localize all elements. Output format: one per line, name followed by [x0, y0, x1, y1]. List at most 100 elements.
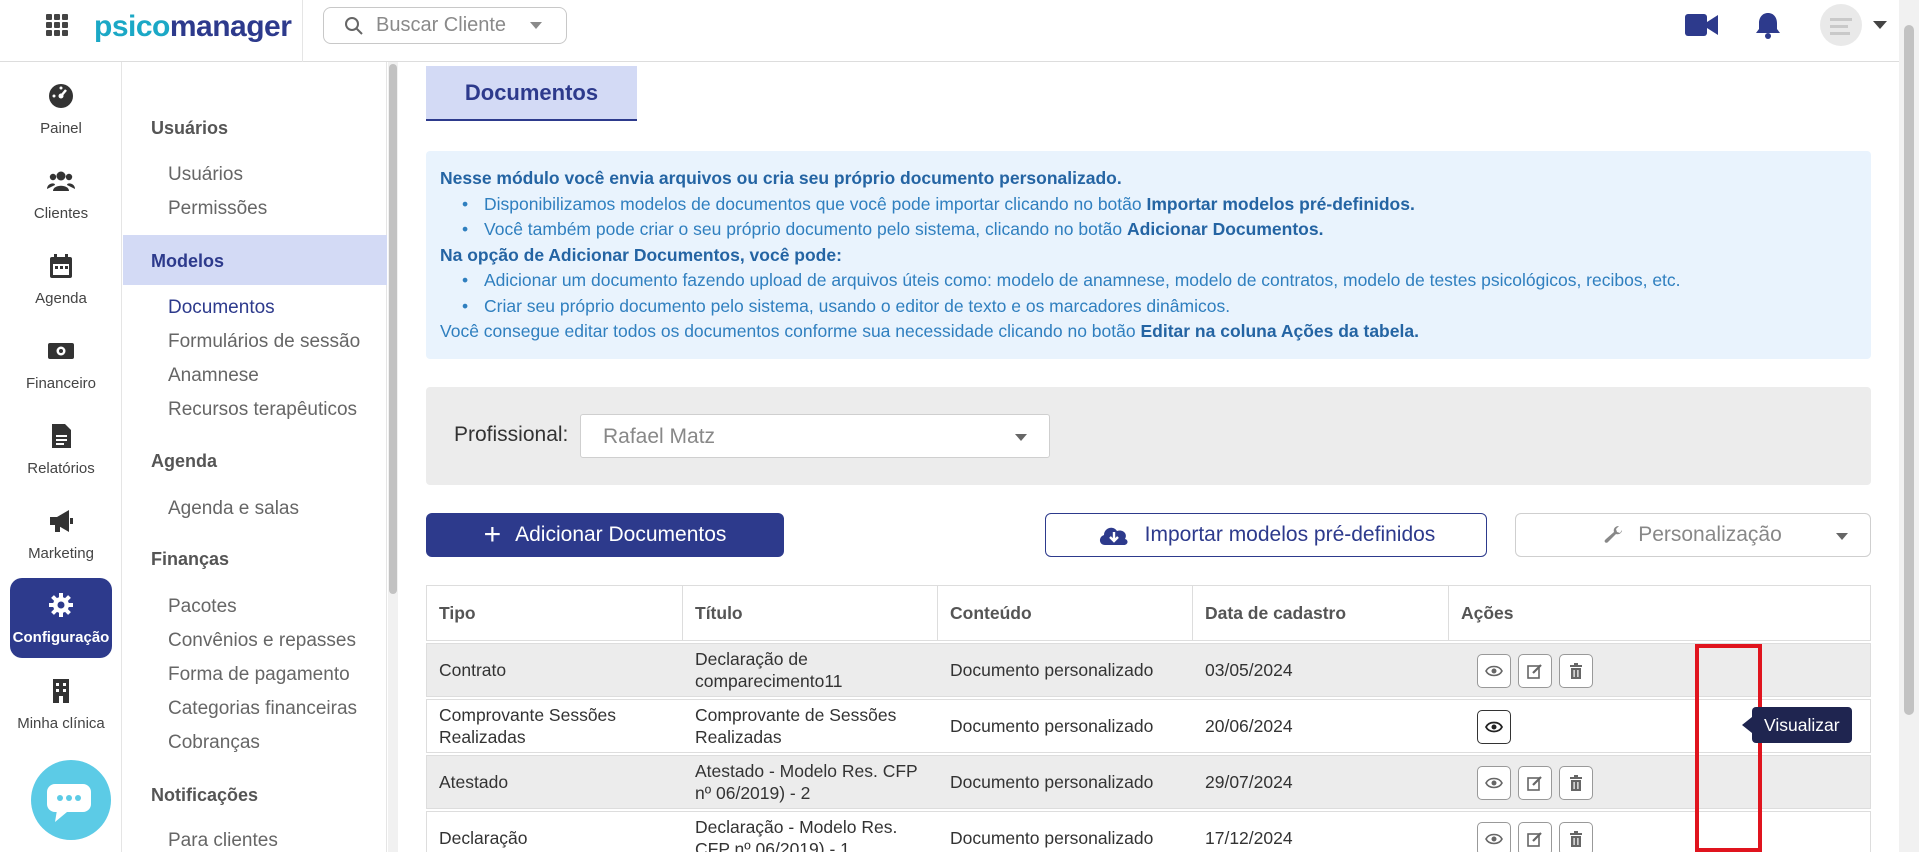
scrollbar-thumb[interactable]: [1904, 25, 1914, 715]
view-button[interactable]: [1477, 766, 1511, 800]
col-titulo[interactable]: Título: [683, 586, 938, 640]
nav-item-marketing[interactable]: Marketing: [10, 495, 112, 573]
cell-conteudo: Documento personalizado: [950, 828, 1154, 848]
submenu-item-para-clientes[interactable]: Para clientes: [168, 830, 278, 852]
import-templates-button[interactable]: Importar modelos pré-definidos: [1045, 513, 1487, 557]
personalization-dropdown[interactable]: Personalização: [1515, 513, 1871, 557]
submenu-item-agenda-salas[interactable]: Agenda e salas: [168, 498, 299, 520]
view-tooltip: Visualizar: [1742, 707, 1852, 743]
table-row: Comprovante Sessões Realizadas Comprovan…: [426, 699, 1871, 753]
submenu-item-documentos[interactable]: Documentos: [168, 297, 275, 319]
eye-icon: [1485, 833, 1503, 845]
eye-icon: [1485, 665, 1503, 677]
professional-select[interactable]: Rafael Matz: [580, 414, 1050, 458]
submenu-item-usuarios[interactable]: Usuários: [168, 164, 243, 186]
table-row: Declaração Declaração - Modelo Res. CFP …: [426, 811, 1871, 852]
calendar-icon: [50, 253, 72, 278]
view-button[interactable]: [1477, 710, 1511, 744]
logo[interactable]: psicomanager: [94, 10, 292, 44]
avatar[interactable]: [1820, 4, 1862, 46]
cell-tipo: Declaração: [439, 828, 528, 848]
submenu-item-forma-pagamento[interactable]: Forma de pagamento: [168, 664, 350, 686]
submenu-item-formularios[interactable]: Formulários de sessão: [168, 331, 360, 353]
edit-button[interactable]: [1518, 654, 1552, 688]
table-header: Tipo Título Conteúdo Data de cadastro Aç…: [426, 585, 1871, 641]
delete-button[interactable]: [1559, 822, 1593, 852]
cell-tipo: Comprovante Sessões Realizadas: [439, 705, 617, 747]
cell-data: 29/07/2024: [1205, 772, 1293, 792]
video-camera-icon[interactable]: [1685, 14, 1719, 36]
submenu-heading-agenda: Agenda: [151, 451, 218, 471]
submenu-item-pacotes[interactable]: Pacotes: [168, 596, 237, 618]
search-placeholder: Buscar Cliente: [376, 14, 507, 36]
cell-tipo: Contrato: [439, 660, 507, 680]
nav-item-agenda[interactable]: Agenda: [10, 240, 112, 318]
building-icon: [53, 678, 69, 703]
eye-icon: [1485, 777, 1503, 789]
report-icon: [52, 423, 71, 448]
eye-icon: [1485, 721, 1503, 733]
nav-item-relatorios[interactable]: Relatórios: [10, 410, 112, 488]
cell-conteudo: Documento personalizado: [950, 660, 1154, 680]
bell-icon[interactable]: [1755, 11, 1781, 39]
col-conteudo[interactable]: Conteúdo: [938, 586, 1193, 640]
submenu-item-recursos[interactable]: Recursos terapêuticos: [168, 399, 357, 421]
cell-data: 17/12/2024: [1205, 828, 1293, 848]
apps-grid-icon[interactable]: [46, 14, 68, 36]
divider: [302, 0, 303, 62]
submenu-item-categorias[interactable]: Categorias financeiras: [168, 698, 357, 720]
col-data[interactable]: Data de cadastro: [1193, 586, 1449, 640]
users-icon: [47, 171, 75, 191]
page-scrollbar[interactable]: [1899, 0, 1919, 852]
info-bullet: Disponibilizamos modelos de documentos q…: [440, 192, 1857, 218]
trash-icon: [1570, 663, 1582, 679]
money-icon: [48, 342, 74, 359]
submenu-scrollbar[interactable]: [388, 62, 398, 852]
delete-button[interactable]: [1559, 766, 1593, 800]
left-nav: Painel Clientes Agenda Financeiro Relató…: [0, 62, 122, 852]
view-button[interactable]: [1477, 822, 1511, 852]
scrollbar-thumb[interactable]: [389, 64, 397, 594]
delete-button[interactable]: [1559, 654, 1593, 688]
filter-panel: Profissional: Rafael Matz: [426, 387, 1871, 485]
search-icon: [345, 16, 363, 35]
cell-tipo: Atestado: [439, 772, 509, 792]
main-content: Documentos Nesse módulo você envia arqui…: [398, 62, 1899, 852]
professional-value: Rafael Matz: [603, 425, 716, 448]
col-acoes: Ações: [1461, 602, 1514, 623]
trash-icon: [1570, 831, 1582, 847]
nav-item-painel[interactable]: Painel: [10, 70, 112, 148]
cell-data: 03/05/2024: [1205, 660, 1293, 680]
nav-item-financeiro[interactable]: Financeiro: [10, 325, 112, 403]
tab-documentos[interactable]: Documentos: [426, 66, 637, 121]
submenu-item-permissoes[interactable]: Permissões: [168, 198, 267, 220]
edit-button[interactable]: [1518, 822, 1552, 852]
info-bullet: Criar seu próprio documento pelo sistema…: [440, 294, 1857, 320]
cell-conteudo: Documento personalizado: [950, 772, 1154, 792]
chevron-down-icon[interactable]: [1873, 21, 1887, 29]
nav-item-minha-clinica[interactable]: Minha clínica: [10, 665, 112, 743]
cell-data: 20/06/2024: [1205, 716, 1293, 736]
submenu-heading-modelos[interactable]: Modelos: [151, 251, 224, 272]
table-row: Atestado Atestado - Modelo Res. CFP nº 0…: [426, 755, 1871, 809]
add-documents-button[interactable]: + Adicionar Documentos: [426, 513, 784, 557]
submenu-item-anamnese[interactable]: Anamnese: [168, 365, 259, 387]
wrench-icon: [1604, 526, 1623, 543]
nav-item-clientes[interactable]: Clientes: [10, 155, 112, 233]
info-bullet: Você também pode criar o seu próprio doc…: [440, 217, 1857, 243]
cell-titulo: Declaração - Modelo Res. CFP nº 06/2019)…: [695, 817, 898, 852]
nav-item-configuracao[interactable]: Configuração: [10, 578, 112, 658]
submenu-item-convenios[interactable]: Convênios e repasses: [168, 630, 356, 652]
col-tipo[interactable]: Tipo: [427, 586, 683, 640]
view-button[interactable]: [1477, 654, 1511, 688]
info-line: Nesse módulo você envia arquivos ou cria…: [440, 168, 1122, 188]
gear-icon: [49, 592, 73, 617]
professional-label: Profissional:: [454, 423, 569, 446]
chat-support-button[interactable]: [31, 760, 111, 840]
edit-button[interactable]: [1518, 766, 1552, 800]
trash-icon: [1570, 775, 1582, 791]
info-bullet: Adicionar um documento fazendo upload de…: [440, 268, 1857, 294]
info-line: Você consegue editar todos os documentos…: [440, 321, 1419, 341]
search-client-select[interactable]: Buscar Cliente: [323, 7, 567, 44]
submenu-item-cobrancas[interactable]: Cobranças: [168, 732, 260, 754]
